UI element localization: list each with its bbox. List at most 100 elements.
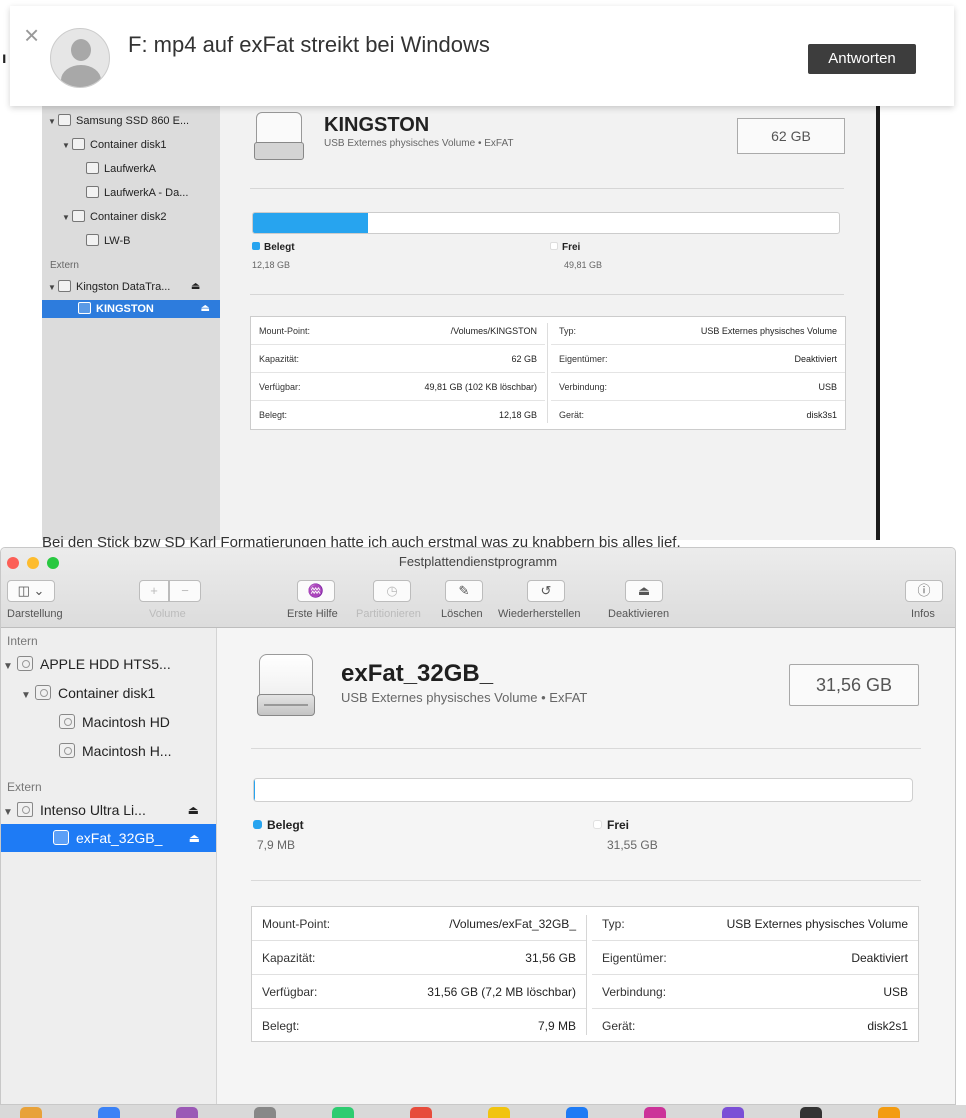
old-sidebar-item: ▼ Container disk2 bbox=[62, 210, 167, 223]
old-volume-subtitle: USB Externes physisches Volume • ExFAT bbox=[324, 138, 514, 149]
volume-subtitle: USB Externes physisches Volume • ExFAT bbox=[341, 690, 588, 705]
dock-app-icon[interactable] bbox=[644, 1107, 666, 1118]
old-info-row: Verfügbar: 49,81 GB (102 KB löschbar) bbox=[251, 373, 545, 401]
old-sidebar: Extern ▼ Kingston DataTra... ⏏ KINGSTON ⏏… bbox=[42, 100, 220, 540]
old-used-value: 12,18 GB bbox=[252, 260, 291, 270]
free-value: 31,55 GB bbox=[607, 838, 658, 852]
old-free-value: 49,81 GB bbox=[564, 260, 603, 270]
restore-button[interactable]: ↺ bbox=[527, 580, 565, 602]
first-aid-button[interactable]: ♒ bbox=[297, 580, 335, 602]
sidebar-item-selected-volume[interactable]: exFat_32GB_ ⏏ bbox=[1, 824, 216, 852]
info-row: Verbindung: USB bbox=[592, 975, 918, 1009]
old-sidebar-item: LaufwerkA bbox=[86, 160, 156, 178]
disk-icon bbox=[59, 714, 75, 729]
erase-button[interactable]: ✎ bbox=[445, 580, 483, 602]
info-row: Verfügbar: 31,56 GB (7,2 MB löschbar) bbox=[252, 975, 586, 1009]
view-label: Darstellung bbox=[7, 608, 63, 620]
old-info-row: Mount-Point:/Volumes/KINGSTON bbox=[251, 317, 545, 345]
info-icon: ⓘ bbox=[917, 583, 931, 598]
disk-icon bbox=[17, 656, 33, 671]
thread-subject: F: mp4 auf exFat streikt bei Windows bbox=[128, 32, 490, 57]
old-volume-name: KINGSTON bbox=[324, 114, 430, 136]
dock-app-icon[interactable] bbox=[254, 1107, 276, 1118]
old-legend-used: Belegt bbox=[252, 242, 295, 253]
dock-app-icon[interactable] bbox=[722, 1107, 744, 1118]
erase-label: Löschen bbox=[441, 608, 483, 620]
info-row: Belegt: 7,9 MB bbox=[262, 1019, 576, 1033]
eject-icon: ⏏ bbox=[637, 583, 651, 598]
sidebar: Intern Extern ▼ Intenso Ultra Li... ⏏ exF… bbox=[1, 628, 217, 1104]
info-row: Eigentümer: Deaktiviert bbox=[592, 941, 918, 975]
disk-icon bbox=[35, 685, 51, 700]
close-icon[interactable]: × bbox=[24, 22, 39, 48]
old-sidebar-item: LaufwerkA - Da... bbox=[86, 184, 188, 202]
eject-icon[interactable]: ⏏ bbox=[189, 824, 200, 852]
remove-volume-button[interactable]: − bbox=[169, 580, 201, 602]
old-info-row: Verbindung: USB bbox=[551, 373, 845, 401]
sidebar-group-intern: Intern bbox=[7, 634, 38, 648]
unmount-button[interactable]: ⏏ bbox=[625, 580, 663, 602]
dock bbox=[0, 1105, 966, 1118]
dock-app-icon[interactable] bbox=[332, 1107, 354, 1118]
capacity-box: 31,56 GB bbox=[789, 664, 919, 706]
old-info-table: Mount-Point:/Volumes/KINGSTON Kapazität: 6… bbox=[250, 316, 846, 430]
old-selected-volume: KINGSTON ⏏ bbox=[42, 300, 220, 318]
free-swatch bbox=[593, 820, 602, 829]
reply-banner: × F: mp4 auf exFat streikt bei Windows A… bbox=[10, 6, 954, 106]
old-legend-free: Frei bbox=[550, 242, 580, 253]
old-usage-bar bbox=[252, 212, 840, 234]
volume-detail: exFat_32GB_ USB Externes physisches Volu… bbox=[217, 628, 955, 1104]
old-external-drive: ▼ Kingston DataTra... ⏏ bbox=[48, 280, 201, 293]
sidebar-item-internal[interactable]: ▼ APPLE HDD HTS5... bbox=[3, 650, 171, 678]
eject-icon[interactable]: ⏏ bbox=[188, 796, 199, 824]
dock-app-icon[interactable] bbox=[800, 1107, 822, 1118]
sidebar-item-internal[interactable]: Macintosh H... bbox=[59, 737, 171, 765]
old-info-row: Belegt: 12,18 GB bbox=[259, 410, 537, 420]
dock-app-icon[interactable] bbox=[566, 1107, 588, 1118]
dock-app-icon[interactable] bbox=[20, 1107, 42, 1118]
dock-app-icon[interactable] bbox=[878, 1107, 900, 1118]
info-button[interactable]: ⓘ bbox=[905, 580, 943, 602]
old-info-row: Typ: USB Externes physisches Volume bbox=[551, 317, 845, 345]
sidebar-group-extern: Extern bbox=[7, 780, 42, 794]
restore-label: Wiederherstellen bbox=[498, 608, 581, 620]
reply-button[interactable]: Antworten bbox=[808, 44, 916, 74]
old-main: KINGSTON USB Externes physisches Volume … bbox=[220, 100, 876, 540]
window-title: Festplattendienstprogramm bbox=[398, 554, 558, 569]
pie-chart-icon: ◷ bbox=[386, 583, 398, 598]
restore-icon: ↺ bbox=[540, 583, 552, 598]
unmount-label: Deaktivieren bbox=[608, 608, 670, 620]
info-row: Gerät: disk2s1 bbox=[602, 1019, 908, 1033]
old-capacity-box: 62 GB bbox=[737, 118, 845, 154]
view-menu-button[interactable]: ◫ ⌄ bbox=[7, 580, 55, 602]
old-sidebar-item: ▼ Container disk1 bbox=[62, 138, 167, 151]
sidebar-item-internal[interactable]: ▼ Container disk1 bbox=[21, 679, 155, 707]
partition-button[interactable]: ◷ bbox=[373, 580, 411, 602]
info-row: Kapazität: 31,56 GB bbox=[252, 941, 586, 975]
partition-label: Partitionieren bbox=[356, 608, 421, 620]
info-label: Infos bbox=[911, 608, 935, 620]
stethoscope-icon: ♒ bbox=[307, 583, 325, 598]
avatar bbox=[50, 28, 110, 88]
legend-used: Belegt bbox=[253, 818, 304, 832]
pencil-icon: ✎ bbox=[458, 583, 470, 598]
page-text-fragment: ı bbox=[2, 50, 7, 67]
forum-page: ı × F: mp4 auf exFat streikt bei Windows… bbox=[0, 0, 966, 551]
sidebar-item-internal[interactable]: Macintosh HD bbox=[59, 708, 170, 736]
used-value: 7,9 MB bbox=[257, 838, 296, 852]
add-volume-button[interactable]: + bbox=[139, 580, 169, 602]
sidebar-item-external-drive[interactable]: ▼ Intenso Ultra Li... ⏏ bbox=[3, 796, 215, 824]
disk-utility-window: Festplattendienstprogramm ◫ ⌄ Darstellun… bbox=[0, 547, 956, 1105]
dock-app-icon[interactable] bbox=[98, 1107, 120, 1118]
dock-app-icon[interactable] bbox=[176, 1107, 198, 1118]
old-info-row: Gerät: disk3s1 bbox=[559, 410, 837, 420]
dock-app-icon[interactable] bbox=[410, 1107, 432, 1118]
sidebar-icon: ◫ ⌄ bbox=[17, 583, 45, 598]
info-row: Mount-Point:/Volumes/exFat_32GB_ bbox=[252, 907, 586, 941]
info-table: Mount-Point:/Volumes/exFat_32GB_ Kapazitä… bbox=[251, 906, 919, 1042]
volume-name: exFat_32GB_ bbox=[341, 660, 494, 687]
old-info-row: Eigentümer: Deaktiviert bbox=[551, 345, 845, 373]
dock-app-icon[interactable] bbox=[488, 1107, 510, 1118]
embedded-screenshot-kingston: Extern ▼ Kingston DataTra... ⏏ KINGSTON ⏏… bbox=[42, 100, 880, 540]
old-sidebar-item: LW-B bbox=[86, 232, 131, 250]
